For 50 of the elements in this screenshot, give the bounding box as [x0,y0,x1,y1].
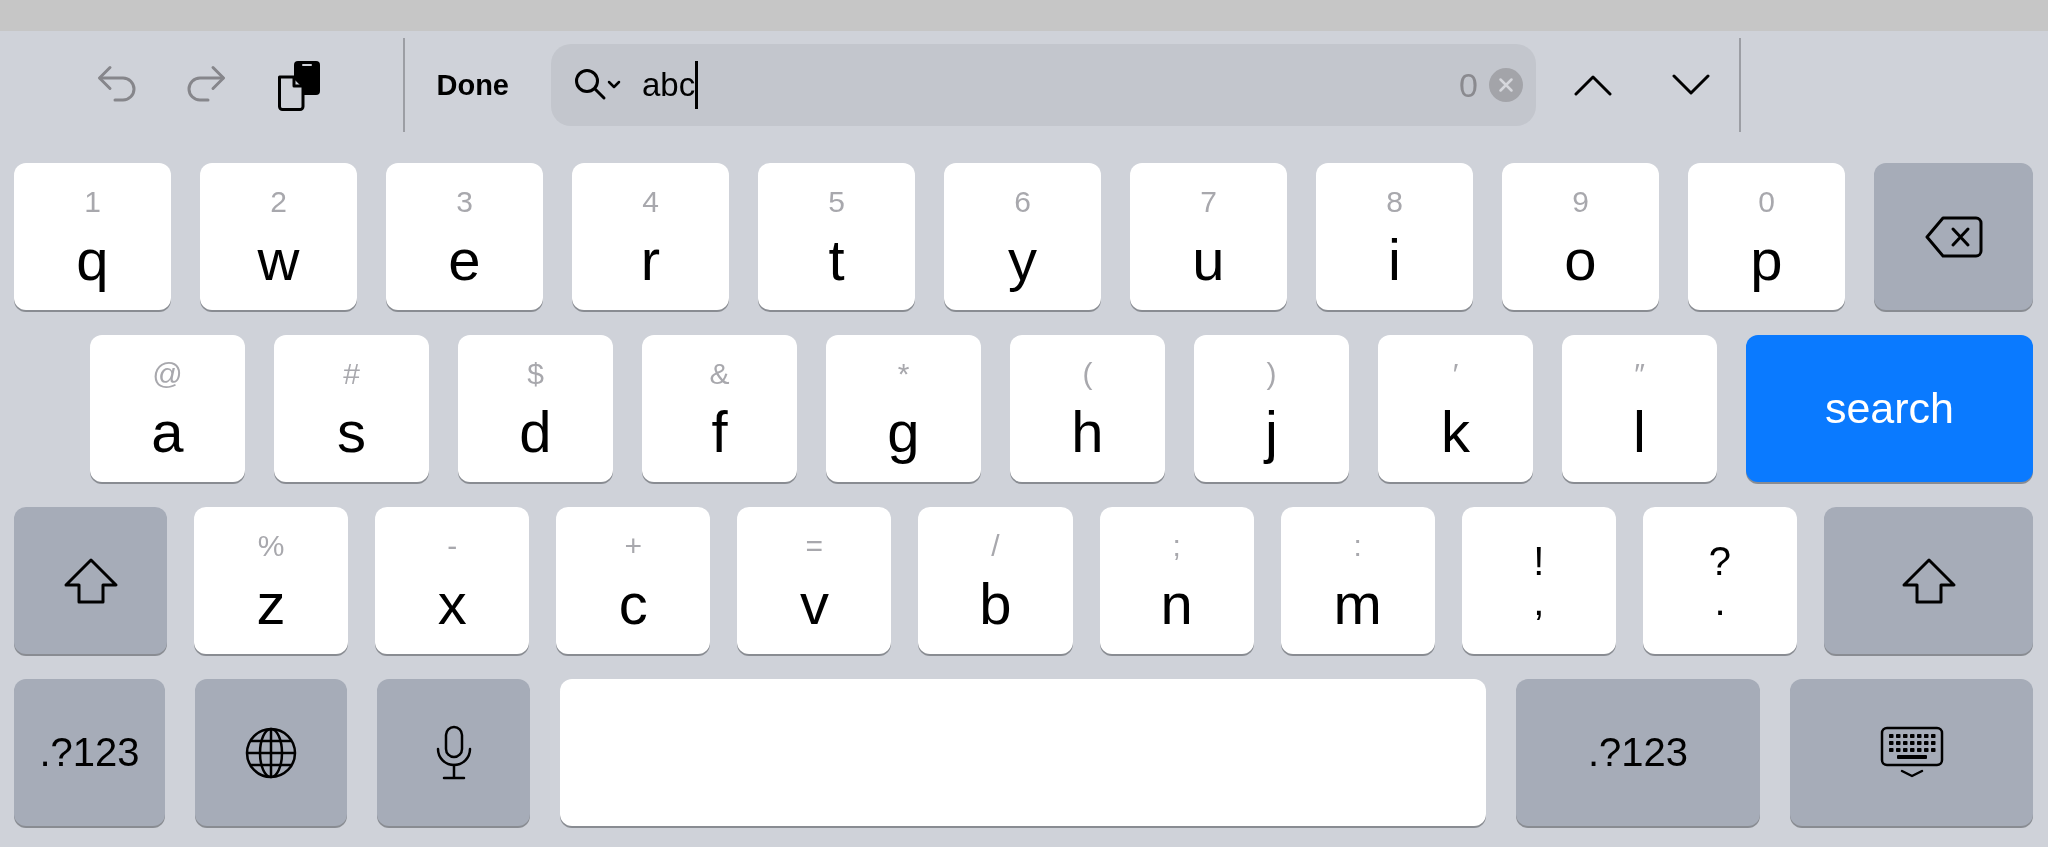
letter-key[interactable]: 3 e [386,163,543,310]
letter-key[interactable]: ″ l [1562,335,1717,482]
chevron-down-icon[interactable] [1672,74,1710,96]
text-cursor [695,61,699,109]
letter-key[interactable]: / b [918,507,1073,654]
keyboard-icon [1879,725,1944,780]
shift-icon [1900,556,1957,605]
letter-key[interactable]: ( h [1010,335,1165,482]
letter-key[interactable]: 8 i [1316,163,1473,310]
backspace-key[interactable] [1874,163,2033,310]
letter-key[interactable]: $ d [458,335,613,482]
hide-keyboard-key[interactable] [1790,679,2033,826]
letter-key[interactable]: ′ k [1378,335,1533,482]
search-text: abc [642,66,696,104]
letter-key[interactable]: * g [826,335,981,482]
documents-icon[interactable] [276,59,322,111]
punctuation-key[interactable]: ! , [1461,507,1616,654]
search-icon[interactable] [574,68,622,102]
letter-key[interactable]: - x [375,507,530,654]
letter-key[interactable]: 4 r [572,163,729,310]
globe-key[interactable] [195,679,347,826]
letter-key[interactable]: 7 u [1130,163,1287,310]
letter-key[interactable]: & f [642,335,797,482]
letter-key[interactable]: 9 o [1502,163,1659,310]
done-button[interactable]: Done [436,68,509,102]
globe-icon [245,726,297,779]
shift-key[interactable] [14,507,167,654]
backspace-icon [1924,215,1983,258]
letter-key[interactable]: 1 q [14,163,171,310]
shift-icon [62,556,119,605]
letter-key[interactable]: % z [194,507,349,654]
letter-key[interactable]: 0 p [1688,163,1845,310]
letter-key[interactable]: ) j [1194,335,1349,482]
numbers-key[interactable]: .?123 [14,679,165,826]
search-key[interactable]: search [1746,335,2033,482]
letter-key[interactable]: + c [556,507,711,654]
letter-key[interactable]: : m [1280,507,1435,654]
letter-key[interactable]: = v [737,507,892,654]
letter-key[interactable]: # s [274,335,429,482]
search-field[interactable]: abc 0 [551,44,1536,126]
numbers-key[interactable]: .?123 [1516,679,1760,826]
letter-key[interactable]: 5 t [758,163,915,310]
chevron-up-icon[interactable] [1574,74,1612,96]
microphone-icon [434,724,473,781]
match-count: 0 [1459,65,1478,105]
letter-key[interactable]: ; n [1099,507,1254,654]
letter-key[interactable]: @ a [90,335,245,482]
punctuation-key[interactable]: ? . [1642,507,1797,654]
letter-key[interactable]: 2 w [200,163,357,310]
letter-key[interactable]: 6 y [944,163,1101,310]
